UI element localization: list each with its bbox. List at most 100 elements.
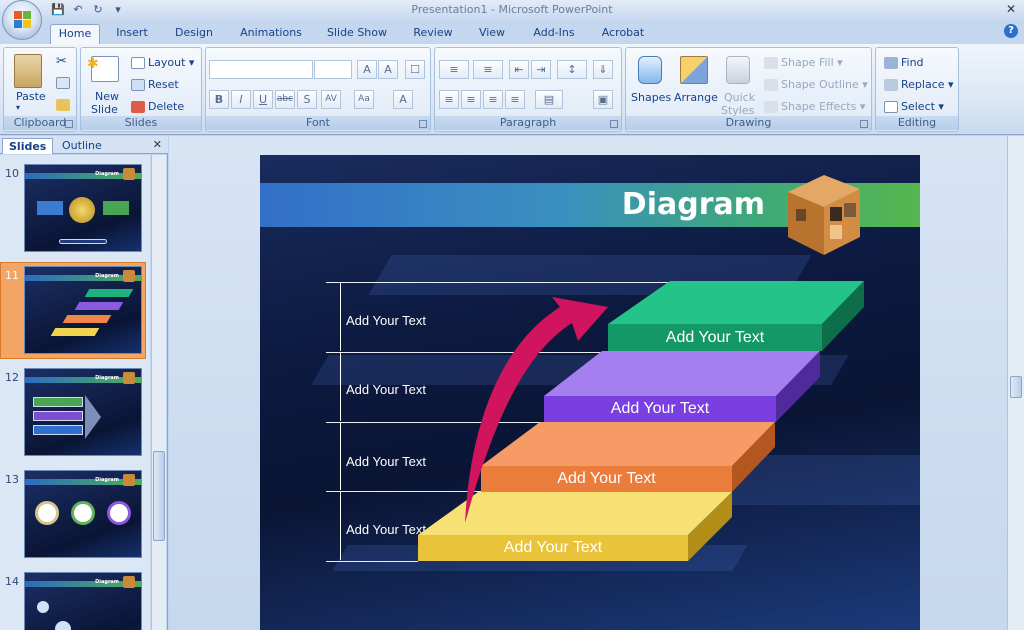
replace-button[interactable]: Replace ▾ bbox=[884, 78, 954, 91]
find-label: Find bbox=[901, 56, 924, 69]
delete-button[interactable]: Delete bbox=[131, 100, 184, 113]
shape-fill-button[interactable]: Shape Fill ▾ bbox=[764, 56, 843, 69]
increase-indent-icon[interactable]: ⇥ bbox=[531, 60, 551, 79]
pane-close-icon[interactable]: ✕ bbox=[153, 138, 162, 151]
pane-tabs: Slides Outline ✕ bbox=[0, 136, 168, 154]
tab-review[interactable]: Review bbox=[408, 24, 458, 44]
tab-home[interactable]: Home bbox=[50, 24, 100, 44]
editor-scrollbar[interactable] bbox=[1007, 136, 1024, 630]
justify-icon[interactable]: ≡ bbox=[505, 90, 525, 109]
thumbnail-scrollbar[interactable] bbox=[151, 155, 166, 630]
font-launcher-icon[interactable] bbox=[419, 120, 427, 128]
paste-dropdown-icon[interactable]: ▾ bbox=[16, 103, 20, 112]
font-label: Font bbox=[206, 116, 430, 130]
paragraph-label: Paragraph bbox=[435, 116, 621, 130]
close-window-icon[interactable]: ✕ bbox=[1004, 2, 1018, 16]
tab-add-ins[interactable]: Add-Ins bbox=[528, 24, 580, 44]
align-right-icon[interactable]: ≡ bbox=[483, 90, 503, 109]
tab-outline[interactable]: Outline bbox=[56, 138, 108, 154]
thumbnail-scroll-thumb[interactable] bbox=[153, 451, 165, 541]
current-slide[interactable]: Diagram Add Your Text Add Your Text Add … bbox=[260, 155, 920, 630]
editor-scroll-thumb[interactable] bbox=[1010, 376, 1022, 398]
slides-group: ✱ New Slide Layout ▾ Reset Delete Slides bbox=[80, 47, 202, 132]
thumb-title: Diagram bbox=[95, 477, 119, 483]
slide-thumbnail-12[interactable]: Diagram bbox=[24, 368, 142, 456]
grow-font-icon[interactable]: A bbox=[357, 60, 377, 79]
new-slide-button-line2[interactable]: Slide bbox=[91, 103, 118, 116]
font-name-box[interactable] bbox=[209, 60, 313, 79]
slide-thumbnail-14[interactable]: Diagram bbox=[24, 572, 142, 630]
step-text-2[interactable]: Add Your Text bbox=[544, 400, 776, 418]
tab-view[interactable]: View bbox=[472, 24, 512, 44]
thumb-title: Diagram bbox=[95, 171, 119, 177]
new-slide-button-line1[interactable]: New bbox=[95, 90, 119, 103]
step-text-4[interactable]: Add Your Text bbox=[418, 539, 688, 557]
slide-thumbnail-13[interactable]: Diagram bbox=[24, 470, 142, 558]
slides-pane: Slides Outline ✕ 10 Diagram 11 Diagram 1… bbox=[0, 136, 168, 630]
tab-insert[interactable]: Insert bbox=[108, 24, 156, 44]
reset-button[interactable]: Reset bbox=[131, 78, 179, 91]
cut-icon[interactable]: ✂ bbox=[56, 54, 67, 69]
window-title: Presentation1 - Microsoft PowerPoint bbox=[411, 3, 613, 16]
decrease-indent-icon[interactable]: ⇤ bbox=[509, 60, 529, 79]
tab-design[interactable]: Design bbox=[168, 24, 220, 44]
font-group: A A ☐ B I U abc S AV Aa A Font bbox=[205, 47, 431, 132]
font-color-icon[interactable]: A bbox=[393, 90, 413, 109]
layout-button[interactable]: Layout ▾ bbox=[131, 56, 194, 69]
align-center-icon[interactable]: ≡ bbox=[461, 90, 481, 109]
delete-label: Delete bbox=[148, 100, 185, 113]
underline-icon[interactable]: U bbox=[253, 90, 273, 109]
columns-icon[interactable]: ▤ bbox=[535, 90, 563, 109]
select-button[interactable]: Select ▾ bbox=[884, 100, 944, 113]
copy-icon[interactable] bbox=[56, 76, 73, 89]
clear-formatting-icon[interactable]: ☐ bbox=[405, 60, 425, 79]
layout-label: Layout bbox=[148, 56, 186, 69]
line-spacing-icon[interactable]: ↕ bbox=[557, 60, 587, 79]
slide-thumbnail-10[interactable]: Diagram bbox=[24, 164, 142, 252]
char-spacing-icon[interactable]: AV bbox=[321, 90, 341, 109]
drawing-launcher-icon[interactable] bbox=[860, 120, 868, 128]
numbering-icon[interactable]: ≡ bbox=[473, 60, 503, 79]
shrink-font-icon[interactable]: A bbox=[378, 60, 398, 79]
step-text-3[interactable]: Add Your Text bbox=[481, 470, 732, 488]
bold-icon[interactable]: B bbox=[209, 90, 229, 109]
italic-icon[interactable]: I bbox=[231, 90, 251, 109]
shape-fill-label: Shape Fill bbox=[781, 56, 834, 69]
help-icon[interactable]: ? bbox=[1004, 24, 1018, 38]
strikethrough-icon[interactable]: abc bbox=[275, 90, 295, 109]
paragraph-launcher-icon[interactable] bbox=[610, 120, 618, 128]
change-case-icon[interactable]: Aa bbox=[354, 90, 374, 109]
thumb-number: 12 bbox=[5, 371, 19, 384]
bullets-icon[interactable]: ≡ bbox=[439, 60, 469, 79]
text-direction-icon[interactable]: ⇓ bbox=[593, 60, 613, 79]
font-size-box[interactable] bbox=[314, 60, 352, 79]
format-painter-icon[interactable] bbox=[56, 98, 73, 111]
shape-effects-button[interactable]: Shape Effects ▾ bbox=[764, 100, 865, 113]
arrange-button[interactable]: Arrange bbox=[674, 91, 718, 104]
tab-animations[interactable]: Animations bbox=[236, 24, 306, 44]
title-bar: 💾 ↶ ↻ ▾ Presentation1 - Microsoft PowerP… bbox=[0, 0, 1024, 20]
thumb-number: 11 bbox=[5, 269, 19, 282]
paste-button[interactable]: Paste bbox=[16, 90, 46, 103]
smartart-icon[interactable]: ▣ bbox=[593, 90, 613, 109]
shape-outline-button[interactable]: Shape Outline ▾ bbox=[764, 78, 868, 91]
quick-styles-button-line1[interactable]: Quick bbox=[724, 91, 755, 104]
tab-slides[interactable]: Slides bbox=[2, 138, 54, 154]
office-logo-icon bbox=[14, 11, 32, 29]
tab-acrobat[interactable]: Acrobat bbox=[596, 24, 650, 44]
slide-thumbnail-11[interactable]: Diagram bbox=[24, 266, 142, 354]
paste-icon bbox=[14, 54, 42, 88]
ribbon: Paste ▾ ✂ Clipboard ✱ New Slide Layout ▾… bbox=[0, 44, 1024, 135]
step-text-1[interactable]: Add Your Text bbox=[608, 329, 822, 347]
thumb-title: Diagram bbox=[95, 273, 119, 279]
shadow-icon[interactable]: S bbox=[297, 90, 317, 109]
staircase-diagram bbox=[418, 281, 864, 561]
office-button[interactable] bbox=[2, 0, 42, 40]
reset-label: Reset bbox=[148, 78, 179, 91]
clipboard-launcher-icon[interactable] bbox=[65, 120, 73, 128]
new-slide-sparkle-icon: ✱ bbox=[87, 56, 99, 72]
find-button[interactable]: Find bbox=[884, 56, 924, 69]
shapes-button[interactable]: Shapes bbox=[631, 91, 671, 104]
align-left-icon[interactable]: ≡ bbox=[439, 90, 459, 109]
tab-slide-show[interactable]: Slide Show bbox=[322, 24, 392, 44]
